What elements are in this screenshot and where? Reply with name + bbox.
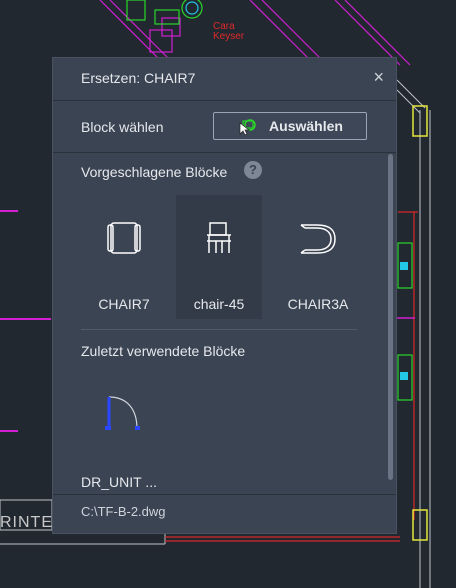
scrollbar[interactable] [388,154,393,480]
door-unit-icon [105,396,140,430]
close-icon[interactable]: × [373,67,384,88]
recent-heading: Zuletzt verwendete Blöcke [81,343,246,359]
file-path: C:\TF-B-2.dwg [81,504,166,519]
divider [53,100,396,101]
block-select-label: Block wählen [81,119,164,135]
dialog-title: Ersetzen: CHAIR7 [81,70,196,86]
select-button[interactable]: Auswählen [213,112,367,140]
recent-block-dr-unit[interactable]: DR_UNIT ... [81,375,167,499]
divider [53,152,396,153]
select-button-label: Auswählen [269,118,343,134]
suggested-block-chair3a[interactable]: CHAIR3A [275,195,361,319]
suggested-block-label: CHAIR3A [287,296,349,312]
recent-block-label: DR_UNIT ... [81,474,157,490]
suggested-block-chair7[interactable]: CHAIR7 [81,195,167,319]
suggested-heading: Vorgeschlagene Blöcke [81,164,228,180]
help-icon[interactable]: ? [244,161,262,179]
suggested-block-label: chair-45 [193,296,245,312]
cad-label-surname: Keyser [213,31,245,42]
chair-45-icon [207,222,231,253]
chair7-icon [107,222,141,254]
chair3a-icon [300,224,336,254]
replace-block-dialog: Ersetzen: CHAIR7 × Block wählen Auswähle… [52,57,397,534]
divider [53,494,396,495]
suggested-block-chair-45[interactable]: chair-45 [176,195,262,319]
suggested-block-label: CHAIR7 [98,296,150,312]
pick-cursor-icon [239,119,256,135]
cad-printer-text: RINTE [0,514,53,531]
divider [81,329,357,330]
